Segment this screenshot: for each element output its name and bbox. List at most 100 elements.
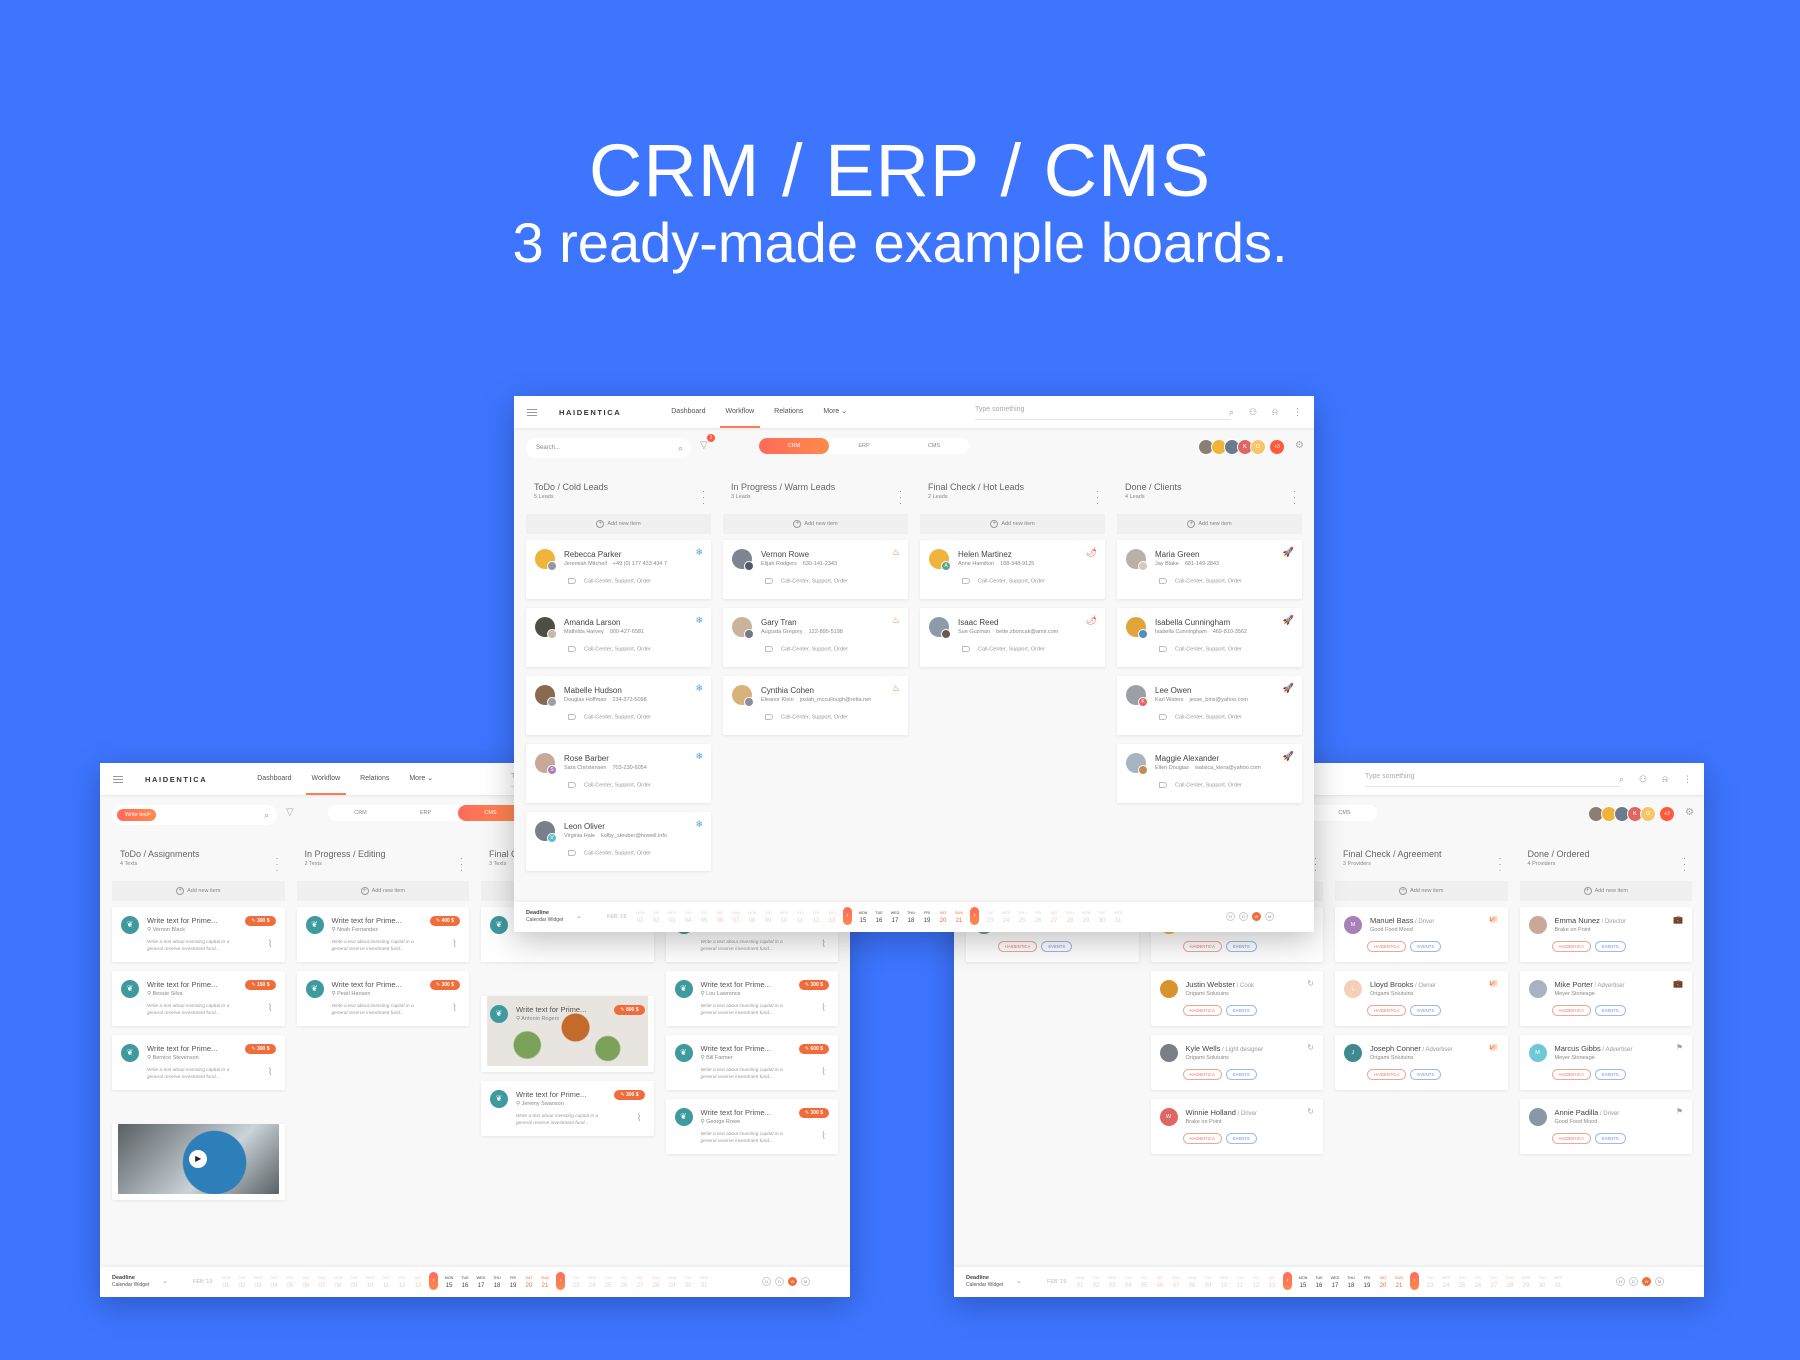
calendar-day[interactable]: MON 01 (632, 909, 648, 925)
tag-haidentica[interactable]: HAIDENTICA (1551, 1005, 1591, 1016)
calendar-day[interactable]: WED 24 (584, 1274, 600, 1290)
board-search-input[interactable]: Write text × ⌕ (112, 805, 277, 825)
filter-icon[interactable]: ▽ (286, 807, 294, 818)
lead-card[interactable]: Maggie Alexander Ellen Douglas watsica_kie… (1117, 744, 1302, 803)
nav-item-dashboard[interactable]: Dashboard (247, 763, 301, 795)
provider-card[interactable]: M Manuel Bass / Driver Good Food Mood HAIDE… (1335, 907, 1508, 962)
tag-haidentica[interactable]: HAIDENTICA (1551, 1069, 1591, 1080)
calendar-day[interactable]: TUE 16 (1311, 1274, 1327, 1290)
chevron-down-icon[interactable]: ⌄ (576, 912, 582, 920)
task-card[interactable]: ❦ Write text for Prime... ⚲ Jeremy Swanson… (481, 1081, 654, 1136)
tag-haidentica[interactable]: HAIDENTICA (1551, 941, 1591, 952)
calendar-day[interactable]: TUE 02 (648, 909, 664, 925)
calendar-day[interactable]: FRI 05 (282, 1274, 298, 1290)
piggy-bank-icon[interactable]: 🐖 (1489, 1043, 1499, 1052)
calendar-day[interactable]: FRI 19 (1359, 1274, 1375, 1290)
calendar-day[interactable]: SUN 21 (537, 1274, 553, 1290)
calendar-day[interactable]: SUN 07 (728, 909, 744, 925)
calendar-day[interactable]: SUN 21 (951, 909, 967, 925)
tag-events[interactable]: EVENTS (1410, 1005, 1442, 1016)
calendar-day[interactable]: WED 03 (664, 909, 680, 925)
provider-card[interactable]: J Joseph Conner / Advertiser Origami Solut… (1335, 1035, 1508, 1090)
calendar-day[interactable]: TUE 02 (234, 1274, 250, 1290)
view-mode-m[interactable]: M (1655, 1277, 1664, 1286)
add-new-item-button[interactable]: +Add new item (723, 514, 908, 534)
calendar-day[interactable]: FRI 05 (1136, 1274, 1152, 1290)
calendar-day[interactable]: SUN 07 (314, 1274, 330, 1290)
settings-icon[interactable]: ⚙ (1295, 440, 1304, 451)
calendar-day[interactable]: WED 03 (250, 1274, 266, 1290)
calendar-day[interactable]: WED 31 (1550, 1274, 1566, 1290)
add-new-item-button[interactable]: +Add new item (1335, 881, 1508, 901)
lead-card[interactable]: K Lee Owen Karl Waters jesse_bins@yahoo.com… (1117, 676, 1302, 735)
menu-icon[interactable] (113, 775, 123, 783)
task-card[interactable]: ❦ Write text for Prime... ⚲ Lou Lawrence ✎ … (665, 971, 838, 1026)
calendar-day[interactable]: MON 08 (744, 909, 760, 925)
calendar-day[interactable]: MON 29 (664, 1274, 680, 1290)
add-new-item-button[interactable]: +Add new item (296, 881, 469, 901)
segment-erp[interactable]: ERP (393, 805, 458, 821)
play-button-icon[interactable]: ▶ (189, 1150, 208, 1168)
task-card[interactable]: ❦ Write text for Prime... ⚲ Bernice Steven… (112, 1035, 285, 1090)
board-search-input[interactable]: Search... ⌕ (526, 438, 691, 458)
lead-card[interactable]: Amanda Larson Mathilda Harvey 000-427-6581… (526, 608, 711, 667)
search-icon[interactable]: ⌕ (678, 438, 683, 458)
lead-card[interactable]: Maria Green Jay Blake 681-149-2843 Call-Cen… (1117, 540, 1302, 599)
calendar-day[interactable]: SUN 28 (648, 1274, 664, 1290)
calendar-day[interactable]: SAT 13 (410, 1274, 426, 1290)
add-new-item-button[interactable]: +Add new item (1519, 881, 1692, 901)
search-icon[interactable]: ⌕ (1229, 407, 1234, 418)
view-mode-m[interactable]: M (801, 1277, 810, 1286)
more-members-badge[interactable]: +3 (1660, 807, 1674, 821)
calendar-day[interactable]: TUE 23 (568, 1274, 584, 1290)
tag-haidentica[interactable]: HAIDENTICA (1367, 941, 1407, 952)
calendar-day[interactable]: THU 04 (266, 1274, 282, 1290)
add-new-item-button[interactable]: +Add new item (526, 514, 711, 534)
view-mode-w[interactable]: W (1252, 912, 1261, 921)
provider-card[interactable]: Kyle Wells / Light designer Origami Solut… (1150, 1035, 1323, 1090)
calendar-day[interactable]: FRI 05 (696, 909, 712, 925)
segment-cms[interactable]: CMS (899, 438, 969, 454)
calendar-day[interactable]: SUN 07 (1168, 1274, 1184, 1290)
tag-haidentica[interactable]: HAIDENTICA (1182, 941, 1222, 952)
calendar-day[interactable]: MON 01 (218, 1274, 234, 1290)
tag-events[interactable]: EVENTS (1225, 1069, 1257, 1080)
tag-events[interactable]: EVENTS (1594, 941, 1626, 952)
task-card[interactable]: ❦ Write text for Prime... ⚲ Antonio Rogers… (481, 996, 654, 1072)
calendar-day[interactable]: SAT 20 (521, 1274, 537, 1290)
more-vertical-icon[interactable]: ··· (276, 854, 279, 875)
calendar-day[interactable]: FRI 12 (394, 1274, 410, 1290)
briefcase-icon[interactable]: 💼 (1673, 979, 1683, 988)
calendar-day[interactable]: FRI 12 (808, 909, 824, 925)
prev-week-button[interactable]: ‹ (429, 1272, 438, 1290)
calendar-day[interactable]: THU 11 (1232, 1274, 1248, 1290)
fire-icon[interactable]: ♨ (892, 547, 900, 558)
menu-icon[interactable] (527, 408, 537, 416)
lead-card[interactable]: Cynthia Cohen Eleanor Klein josiah_mccullo… (723, 676, 908, 735)
provider-card[interactable]: M Marcus Gibbs / Advertiser Meyer Stoneage… (1519, 1035, 1692, 1090)
view-mode-h[interactable]: H (762, 1277, 771, 1286)
provider-card[interactable]: Emma Nunez / Director Brake on Point HAIDE… (1519, 907, 1692, 962)
refresh-icon[interactable]: ↻ (1307, 1043, 1314, 1052)
calendar-day[interactable]: SUN 28 (1502, 1274, 1518, 1290)
view-mode-w[interactable]: W (788, 1277, 797, 1286)
nav-item-relations[interactable]: Relations (350, 763, 399, 795)
task-card[interactable]: ❦ Write text for Prime... ⚲ Noah Fernandez… (296, 907, 469, 962)
lead-card[interactable]: Isabella Cunningham Isabella Cunningham 46… (1117, 608, 1302, 667)
lead-card[interactable]: Gary Tran Augusta Gregory 122-895-5198 Call… (723, 608, 908, 667)
calendar-day[interactable]: MON 08 (1184, 1274, 1200, 1290)
more-vertical-icon[interactable]: ··· (1096, 487, 1099, 508)
calendar-day[interactable]: MON 15 (1295, 1274, 1311, 1290)
provider-card[interactable]: W Winnie Holland / Driver Brake on Point HA… (1150, 1099, 1323, 1154)
provider-card[interactable]: Annie Padilla / Driver Good Food Mood HAID… (1519, 1099, 1692, 1154)
tag-events[interactable]: EVENTS (1594, 1005, 1626, 1016)
bell-icon[interactable]: ⍾ (1662, 774, 1668, 785)
view-mode-m[interactable]: M (1265, 912, 1274, 921)
tag-events[interactable]: EVENTS (1410, 941, 1442, 952)
calendar-day[interactable]: THU 18 (1343, 1274, 1359, 1290)
calendar-day[interactable]: WED 17 (1327, 1274, 1343, 1290)
task-card[interactable]: ❦ Write text for Prime... ⚲ Vernon Black ✎ … (112, 907, 285, 962)
tag-events[interactable]: EVENTS (1225, 1133, 1257, 1144)
chili-icon[interactable]: 🌶 (1086, 547, 1097, 558)
more-vertical-icon[interactable]: ··· (899, 487, 902, 508)
